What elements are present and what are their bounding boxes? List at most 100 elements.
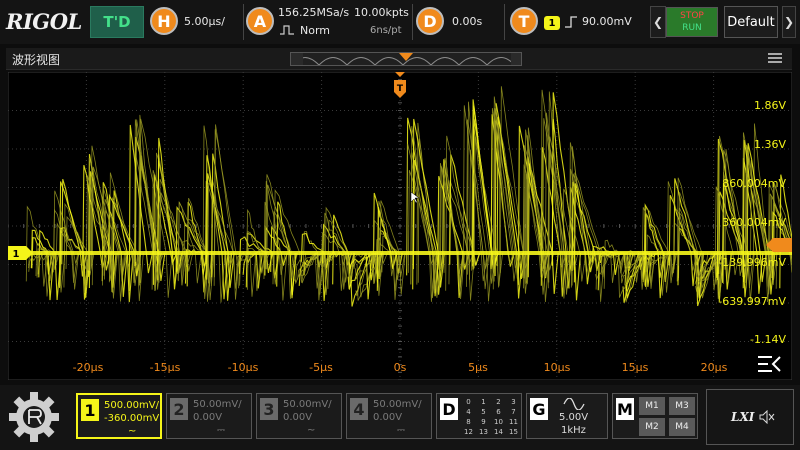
voltage-label: 1.86V (754, 99, 786, 112)
next-arrow-button[interactable]: ❯ (782, 6, 796, 38)
waveform-burst (111, 196, 144, 302)
acquire-mode-icon (280, 25, 294, 35)
math-m2-button[interactable]: M2 (639, 418, 665, 436)
waveform-window-title: 波形视图 (12, 53, 61, 67)
acquire-icon[interactable]: A (246, 7, 274, 35)
status-icons-box: LXI (706, 389, 794, 445)
channel-4-box[interactable]: 4 50.00mV/ 0.00V ⎓ (346, 393, 432, 439)
channel-3-number: 3 (260, 398, 278, 420)
waveform-burst (265, 174, 295, 299)
memory-depth: 10.00kpts (354, 6, 409, 19)
channel-2-number: 2 (170, 398, 188, 420)
digital-channel-grid: 0 1 2 3 4 5 6 7 8 9 10 11 12 13 14 15 (461, 397, 521, 437)
time-label: 10μs (544, 361, 571, 374)
delay-value[interactable]: 0.00s (452, 15, 482, 28)
digital-channel-7: 7 (511, 408, 516, 416)
digital-channel-3: 3 (511, 398, 516, 406)
voltage-scale-labels: 1.86V 1.36V 860.004mV 360.004mV -139.996mV -6… (718, 99, 786, 346)
generator-amplitude: 5.00V (559, 412, 589, 423)
channel-1-box[interactable]: 1 500.00mV/ -360.00mV ~ (76, 393, 162, 439)
channel-3-scale: 50.00mV/ (283, 399, 332, 410)
time-label: 15μs (622, 361, 649, 374)
voltage-label: 1.36V (754, 138, 786, 151)
waveform-burst (779, 174, 792, 289)
channel-2-box[interactable]: 2 50.00mV/ 0.00V ⎓ (166, 393, 252, 439)
top-status-bar: RIGOL T'D H 5.00μs/ A 156.25MSa/s 10.00k… (0, 0, 800, 44)
channel-1-offset: -360.00mV (104, 413, 160, 424)
timebase-value[interactable]: 5.00μs/ (184, 15, 225, 28)
math-box[interactable]: M M1 M3 M2 M4 (612, 393, 698, 439)
time-label: 5μs (468, 361, 488, 374)
sample-rate: 156.25MSa/s (278, 6, 350, 19)
trigger-level-marker[interactable] (766, 238, 792, 252)
chevron-left-icon: ❮ (652, 15, 664, 29)
bottom-channel-bar: 1 500.00mV/ -360.00mV ~ 2 50.00mV/ 0.00V… (0, 385, 800, 450)
digital-channel-12: 12 (464, 428, 473, 436)
digital-channel-0: 0 (466, 398, 471, 406)
window-menu-icon[interactable] (768, 53, 782, 63)
gear-icon[interactable] (6, 389, 62, 445)
digital-channel-14: 14 (494, 428, 503, 436)
math-m3-button[interactable]: M3 (669, 397, 695, 415)
default-button[interactable]: Default (724, 6, 778, 38)
time-mode-button[interactable]: T'D (90, 6, 144, 38)
channel-1-scale: 500.00mV/ (104, 400, 159, 411)
channel-2-offset: 0.00V (193, 412, 223, 423)
channel-3-box[interactable]: 3 50.00mV/ 0.00V ~ (256, 393, 342, 439)
channel-2-scale: 50.00mV/ (193, 399, 242, 410)
waveform-display[interactable]: 1.86V 1.36V 860.004mV 360.004mV -139.996mV -6… (8, 72, 792, 380)
digital-channel-9: 9 (481, 418, 486, 426)
time-label: 0s (394, 361, 407, 374)
digital-channel-1: 1 (481, 398, 486, 406)
math-m4-button[interactable]: M4 (669, 418, 695, 436)
mouse-cursor-icon (411, 192, 419, 204)
math-label: M (616, 398, 634, 420)
digital-channel-4: 4 (466, 408, 471, 416)
time-label: 20μs (701, 361, 728, 374)
waveform-baseline (8, 251, 792, 255)
waveform-burst (213, 129, 243, 286)
time-label: -15μs (150, 361, 181, 374)
generator-box[interactable]: G 5.00V 1kHz (526, 393, 608, 439)
chevron-right-icon: ❯ (783, 15, 795, 29)
channel-1-coupling: ~ (128, 426, 137, 437)
delay-icon[interactable]: D (416, 7, 444, 35)
time-label: -20μs (73, 361, 104, 374)
horizontal-icon[interactable]: H (150, 7, 178, 35)
time-resolution: 6ns/pt (370, 25, 402, 36)
lxi-icon: LXI (731, 410, 755, 424)
memory-position-bar[interactable] (290, 52, 522, 66)
time-label: -10μs (228, 361, 259, 374)
run-stop-button[interactable]: STOP RUN (666, 7, 718, 37)
channel-4-scale: 50.00mV/ (373, 399, 422, 410)
speaker-muted-icon[interactable] (759, 410, 775, 424)
channel-3-offset: 0.00V (283, 412, 313, 423)
trigger-level[interactable]: 90.00mV (582, 15, 632, 28)
time-scale-labels: -20μs -15μs -10μs -5μs 0s 5μs 10μs 15μs 20μs (73, 361, 728, 374)
math-m1-button[interactable]: M1 (639, 397, 665, 415)
time-label: -5μs (309, 361, 333, 374)
prev-arrow-button[interactable]: ❮ (650, 6, 666, 38)
voltage-label: -1.14V (750, 333, 786, 346)
channel-1-number: 1 (81, 399, 99, 421)
stop-label: STOP (680, 11, 704, 21)
digital-channel-5: 5 (481, 408, 486, 416)
ch1-marker-label: 1 (13, 249, 20, 260)
rising-edge-icon (565, 16, 577, 28)
digital-channel-13: 13 (479, 428, 488, 436)
voltage-label: 860.004mV (722, 177, 786, 190)
collapse-menu-icon[interactable] (756, 354, 782, 374)
digital-channel-8: 8 (466, 418, 471, 426)
digital-channels-box[interactable]: D 0 1 2 3 4 5 6 7 8 9 10 11 12 13 14 15 (436, 393, 522, 439)
voltage-label: -639.997mV (718, 295, 786, 308)
generator-frequency: 1kHz (561, 425, 586, 436)
trigger-icon[interactable]: T (510, 7, 538, 35)
trigger-marker-label: T (397, 84, 404, 94)
trigger-time-marker[interactable]: T (390, 72, 410, 100)
channel-4-coupling: ⎓ (397, 425, 405, 436)
ch1-offset-marker[interactable]: 1 (8, 246, 34, 260)
digital-label: D (440, 398, 458, 420)
trigger-position-marker (399, 53, 413, 61)
digital-channel-10: 10 (494, 418, 503, 426)
waveform-burst (573, 183, 596, 283)
